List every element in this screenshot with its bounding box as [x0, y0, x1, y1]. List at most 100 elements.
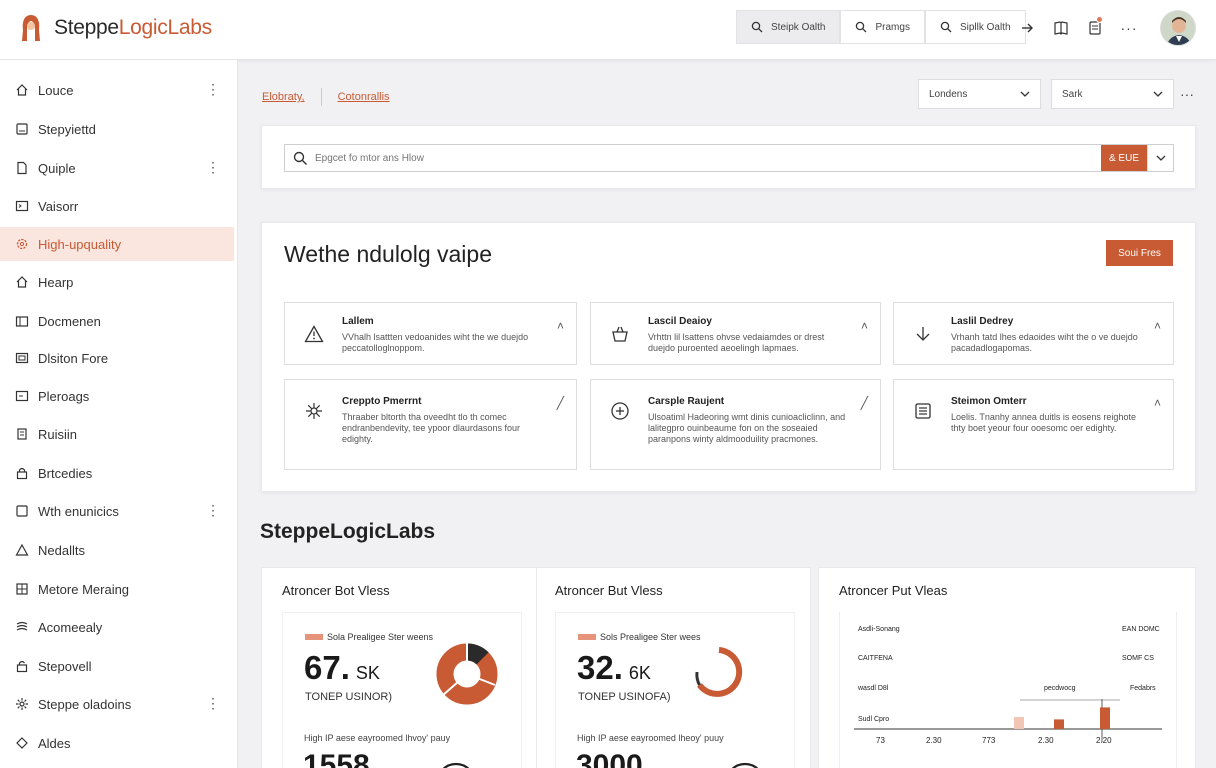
top-tab-1[interactable]: Steipk Oalth: [736, 10, 841, 44]
feature-card[interactable]: Carsple Raujent Ulsoatiml Hadeoring wmt …: [590, 379, 881, 470]
sidebar-item-steppe-oladoins[interactable]: Steppe oladoins ⋮: [0, 687, 234, 721]
badge-label: Sols Prealigee Ster wees: [600, 632, 701, 642]
chevron-up-icon[interactable]: ˄: [1154, 319, 1161, 333]
more-icon[interactable]: ···: [1180, 86, 1194, 102]
sidebar-item-louce[interactable]: Louce ⋮: [0, 73, 234, 107]
chevron-up-icon[interactable]: ˄: [557, 319, 564, 333]
stat-footnote: High IP aese eayroomed lhvoy' pauy: [304, 733, 451, 743]
avatar[interactable]: [1160, 10, 1196, 46]
top-tab-label: Steipk Oalth: [771, 21, 826, 33]
sidebar-item-high-upquality[interactable]: High-upquality: [0, 227, 234, 261]
sort-dropdown[interactable]: Sark: [1051, 79, 1174, 109]
book-icon[interactable]: [1046, 14, 1076, 42]
logo[interactable]: SteppeLogicLabs: [16, 12, 212, 44]
top-tab-3[interactable]: Sipllk Oalth: [924, 10, 1026, 44]
download-icon: [912, 323, 934, 345]
stat-secondary-value: 1558: [303, 749, 370, 768]
notification-dot: [1096, 16, 1103, 23]
top-tab-2[interactable]: Pramgs: [840, 10, 925, 44]
document-icon: [14, 121, 30, 137]
search-input[interactable]: [315, 152, 1101, 164]
sidebar-item-label: Brtcedies: [38, 465, 93, 481]
top-bar: SteppeLogicLabs Steipk Oalth Pramgs Sipl…: [0, 0, 1216, 60]
basket-icon: [609, 323, 631, 345]
search-button[interactable]: & EUE: [1101, 145, 1147, 171]
sidebar-item-dlsiton-fore[interactable]: Dlsiton Fore: [0, 341, 234, 375]
card-title: Creppto Pmerrnt: [342, 396, 422, 407]
feature-card[interactable]: Laslil Dedrey Vrhanh tatd lhes edaoides …: [893, 302, 1174, 365]
top-icons: ···: [1012, 14, 1144, 42]
search-icon: [751, 21, 763, 33]
more-icon[interactable]: ⋮: [206, 503, 220, 517]
sidebar-item-pleroags[interactable]: Pleroags: [0, 379, 234, 413]
warning-icon: [303, 323, 325, 345]
dropdown-value: Sark: [1062, 88, 1083, 100]
sidebar-item-brtcedies[interactable]: Brtcedies: [0, 456, 234, 490]
chart-frame: Asdli-Sonang CAITFENA wasdl D8l Sudl Cpr…: [839, 612, 1177, 768]
feature-card[interactable]: Lallem VVhalh lsattten vedoanides wiht t…: [284, 302, 577, 365]
search-icon: [856, 21, 867, 33]
sidebar-item-stepovell[interactable]: Stepovell: [0, 649, 234, 683]
sidebar-item-quiple[interactable]: Quiple ⋮: [0, 151, 234, 185]
x-tick-label: 73: [876, 736, 885, 745]
top-tab-label: Sipllk Oalth: [959, 21, 1011, 33]
card-description: Loelis. Tnanhy annea duitls is eosens re…: [951, 412, 1136, 433]
search-icon: [285, 151, 315, 166]
top-tab-label: Pramgs: [875, 21, 910, 33]
more-icon[interactable]: ⋮: [206, 696, 220, 710]
breadcrumb-link[interactable]: Elobraty,: [262, 91, 305, 103]
chevron-up-icon[interactable]: ˄: [861, 319, 868, 333]
more-icon[interactable]: ⋮: [206, 160, 220, 174]
breadcrumb-link[interactable]: Cotonrallis: [338, 91, 390, 103]
sidebar-item-stepyiettd[interactable]: Stepyiettd: [0, 112, 234, 146]
sidebar-item-label: Louce: [38, 82, 74, 98]
sidebar-item-docmenen[interactable]: Docmenen: [0, 304, 234, 338]
sidebar-item-ruisiin[interactable]: Ruisiin: [0, 417, 234, 451]
search-panel: & EUE: [261, 125, 1196, 189]
edit-icon[interactable]: ╱: [557, 396, 564, 410]
sidebar-item-nedallts[interactable]: Nedallts: [0, 533, 234, 567]
building-icon: [14, 426, 30, 442]
grid-icon: [14, 581, 30, 597]
sidebar-item-vaisorr[interactable]: Vaisorr: [0, 189, 234, 223]
shield-icon: [14, 735, 30, 751]
more-icon[interactable]: ···: [1114, 14, 1144, 42]
card-title: Carsple Raujent: [648, 396, 725, 407]
location-dropdown[interactable]: Londens: [918, 79, 1041, 109]
sidebar-item-with-enunicics[interactable]: Wth enunicics ⋮: [0, 494, 234, 528]
card-title: Steimon Omterr: [951, 396, 1027, 407]
sidebar-item-aldes[interactable]: Aldes: [0, 726, 234, 760]
sidebar-item-label: Steppe oladoins: [38, 696, 132, 712]
feature-card[interactable]: Lascil Deaioy Vrhttn lil lsattens ohvse …: [590, 302, 881, 365]
terminal-icon: [14, 198, 30, 214]
stat-card: Sola Prealigee Ster weens 67. SK TONEP US…: [282, 612, 522, 768]
chevron-down-icon: [1153, 91, 1163, 97]
edit-icon[interactable]: ╱: [861, 396, 868, 410]
sidebar-item-metore-meraing[interactable]: Metore Meraing: [0, 572, 234, 606]
dropdown-value: Londens: [929, 88, 968, 100]
chevron-up-icon[interactable]: ˄: [1154, 396, 1161, 410]
search-box: & EUE: [284, 144, 1174, 172]
breadcrumb: Elobraty, Cotonrallis: [262, 88, 390, 106]
feature-card[interactable]: Creppto Pmerrnt Thraaber bltorth tha ove…: [284, 379, 577, 470]
stat-number: 32.: [577, 649, 623, 686]
stat-unit: SK: [355, 663, 380, 683]
page-title: Wethe ndulolg vaipe: [284, 241, 492, 267]
primary-button[interactable]: Soui Fres: [1106, 240, 1173, 266]
card-description: Thraaber bltorth tha oveedht tlo th come…: [342, 412, 520, 444]
more-icon[interactable]: ⋮: [206, 82, 220, 96]
arrow-right-icon[interactable]: [1012, 14, 1042, 42]
stat-number: 67.: [304, 649, 350, 686]
sidebar-item-label: Quiple: [38, 160, 76, 176]
card-title: Lascil Deaioy: [648, 316, 712, 327]
home-icon: [14, 274, 30, 290]
checkbox-icon: [14, 503, 30, 519]
sidebar-item-hearp[interactable]: Hearp: [0, 265, 234, 299]
sidebar-item-acomeealy[interactable]: Acomeealy: [0, 610, 234, 644]
notification-icon[interactable]: [1080, 14, 1110, 42]
stat-secondary-value: 3000: [576, 749, 643, 768]
stat-panel: Atroncer Bot Vless Sola Prealigee Ster w…: [261, 567, 537, 768]
chart-bar: [1014, 717, 1024, 729]
feature-card[interactable]: Steimon Omterr Loelis. Tnanhy annea duit…: [893, 379, 1174, 470]
search-options-button[interactable]: [1147, 145, 1173, 171]
